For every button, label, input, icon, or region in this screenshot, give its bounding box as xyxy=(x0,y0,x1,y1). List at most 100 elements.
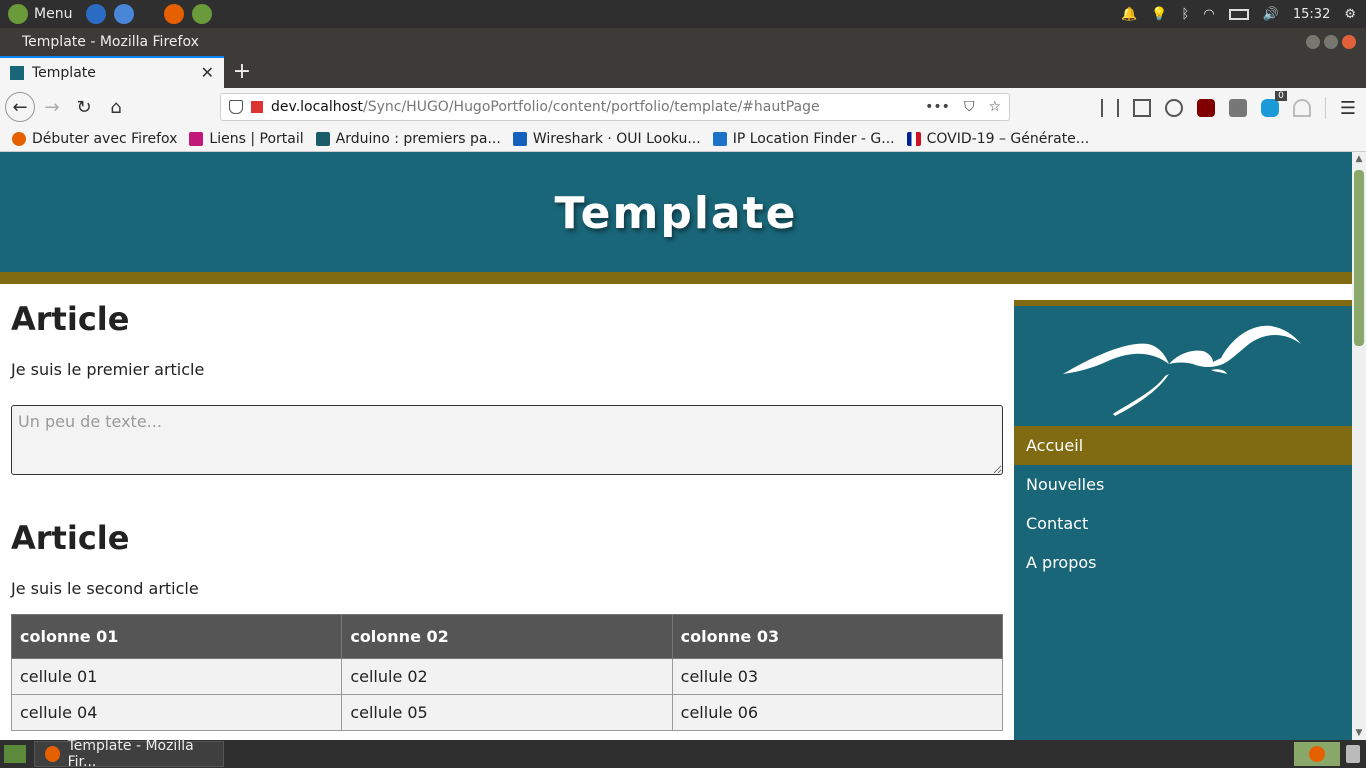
url-host: dev.localhost xyxy=(271,99,363,115)
data-table: colonne 01 colonne 02 colonne 03 cellule… xyxy=(10,614,1004,731)
os-top-panel: Menu 🔔 💡 ᛒ ◠ 🔊 15:32 ⚙ xyxy=(0,0,1366,28)
sidebar-item-nouvelles[interactable]: Nouvelles xyxy=(1014,465,1352,504)
bookmark-item[interactable]: Débuter avec Firefox xyxy=(12,131,177,147)
firefox-bookmark-icon xyxy=(12,131,26,146)
chromium-icon[interactable] xyxy=(114,4,135,24)
site-info-shield-icon[interactable] xyxy=(229,100,243,114)
account-icon[interactable] xyxy=(1164,99,1183,117)
mint-logo-icon xyxy=(8,4,28,24)
sidebar: Accueil Nouvelles Contact A propos xyxy=(1014,300,1352,740)
redshift-bulb-icon[interactable]: 💡 xyxy=(1151,7,1167,22)
thunderbird-icon[interactable] xyxy=(86,4,107,24)
wireshark-bookmark-icon xyxy=(512,131,527,146)
bookmark-item[interactable]: IP Location Finder - G... xyxy=(712,131,895,147)
hugo-bookmark-icon xyxy=(189,131,204,146)
table-cell: cellule 06 xyxy=(671,694,1004,731)
taskbar-window-button[interactable]: Template - Mozilla Fir... xyxy=(34,738,224,768)
page-actions-menu-button[interactable]: ••• xyxy=(925,99,950,115)
url-path: /Sync/HUGO/HugoPortfolio/content/portfol… xyxy=(363,99,820,115)
os-menu-label: Menu xyxy=(34,6,73,22)
os-taskbar: Template - Mozilla Fir... xyxy=(0,738,1366,768)
tab-label: Template xyxy=(32,65,96,81)
firefox-taskbar-icon xyxy=(45,746,60,762)
table-row: cellule 04 cellule 05 cellule 06 xyxy=(10,694,1004,731)
firefox-icon[interactable] xyxy=(164,4,185,24)
url-bar[interactable]: dev.localhost/Sync/HUGO/HugoPortfolio/co… xyxy=(220,93,1010,121)
window-title: Template - Mozilla Firefox xyxy=(22,34,199,50)
table-row: cellule 01 cellule 02 cellule 03 xyxy=(10,658,1004,695)
site-header: Template xyxy=(0,152,1352,272)
bookmarks-toolbar: Débuter avec Firefox Liens | Portail Ard… xyxy=(0,126,1366,152)
window-title-bar: Template - Mozilla Firefox xyxy=(0,28,1366,56)
table-header-cell: colonne 02 xyxy=(341,614,673,659)
library-icon[interactable] xyxy=(1100,99,1119,117)
notification-bell-icon[interactable]: 🔔 xyxy=(1121,7,1137,22)
back-button[interactable]: ← xyxy=(5,92,35,122)
sidebar-item-contact[interactable]: Contact xyxy=(1014,504,1352,543)
extension-s-icon[interactable] xyxy=(1228,99,1247,117)
ghostery-icon[interactable]: 0 xyxy=(1260,91,1287,117)
article-heading: Article xyxy=(11,300,130,338)
tab-favicon-icon xyxy=(10,66,24,80)
tab-strip: Template ✕ + xyxy=(0,56,1366,88)
table-header-cell: colonne 03 xyxy=(671,614,1004,659)
bird-logo-icon xyxy=(1063,325,1301,416)
reload-button[interactable]: ↻ xyxy=(69,92,99,122)
volume-icon[interactable]: 🔊 xyxy=(1263,7,1279,22)
sidebar-item-a-propos[interactable]: A propos xyxy=(1014,543,1352,582)
bookmark-item[interactable]: COVID-19 – Générate... xyxy=(906,131,1089,147)
header-gold-band xyxy=(0,272,1352,284)
table-cell: cellule 02 xyxy=(341,658,673,695)
bird-logo xyxy=(1014,306,1352,426)
vpn-extension-icon[interactable] xyxy=(1292,99,1311,117)
show-desktop-icon[interactable] xyxy=(4,745,26,763)
page-scrollbar[interactable]: ▲ ▼ xyxy=(1352,152,1366,740)
table-cell: cellule 04 xyxy=(10,694,343,731)
taskbar-window-label: Template - Mozilla Fir... xyxy=(67,738,194,768)
ublock-origin-icon[interactable] xyxy=(1196,99,1215,117)
tab-template[interactable]: Template ✕ xyxy=(0,56,224,88)
article-text: Je suis le premier article xyxy=(11,360,205,379)
article-text: Je suis le second article xyxy=(11,579,199,598)
trash-icon[interactable] xyxy=(1346,745,1360,763)
forward-button[interactable]: → xyxy=(37,92,67,122)
bookmark-item[interactable]: Wireshark · OUI Looku... xyxy=(512,131,701,147)
article-heading: Article xyxy=(11,519,130,557)
site-title: Template xyxy=(554,187,798,239)
scroll-thumb[interactable] xyxy=(1354,170,1364,346)
table-cell: cellule 05 xyxy=(341,694,673,731)
wifi-icon[interactable]: ◠ xyxy=(1203,7,1214,22)
navigation-toolbar: ← → ↻ ⌂ dev.localhost/Sync/HUGO/HugoPort… xyxy=(0,88,1366,126)
app-launcher-icon[interactable] xyxy=(192,4,213,24)
battery-icon[interactable] xyxy=(1228,8,1249,20)
firefox-workspace-icon xyxy=(1309,746,1325,762)
sidebar-toggle-icon[interactable] xyxy=(1132,99,1151,117)
pocket-icon[interactable]: ⛉ xyxy=(964,99,975,115)
sidebar-item-accueil[interactable]: Accueil xyxy=(1014,426,1352,465)
close-tab-icon[interactable]: ✕ xyxy=(201,63,214,82)
bookmark-item[interactable]: Liens | Portail xyxy=(189,131,304,147)
os-menu-button[interactable]: Menu xyxy=(0,4,72,24)
text-input[interactable] xyxy=(11,405,1003,475)
scroll-down-arrow-icon[interactable]: ▼ xyxy=(1352,728,1366,738)
bookmark-item[interactable]: Arduino : premiers pa... xyxy=(315,131,501,147)
hamburger-menu-icon[interactable]: ☰ xyxy=(1340,98,1356,119)
scroll-up-arrow-icon[interactable]: ▲ xyxy=(1352,154,1366,164)
arduino-bookmark-icon xyxy=(315,131,330,146)
workspace-switcher[interactable] xyxy=(1294,742,1340,766)
settings-gear-icon[interactable]: ⚙ xyxy=(1344,7,1356,22)
extension-badge: 0 xyxy=(1275,91,1287,101)
bluetooth-icon[interactable]: ᛒ xyxy=(1182,7,1190,22)
main-content: Article Je suis le premier article Artic… xyxy=(10,300,1004,731)
covid-bookmark-icon xyxy=(906,131,921,146)
insecure-lock-icon[interactable] xyxy=(251,101,263,113)
table-cell: cellule 01 xyxy=(10,658,343,695)
minimize-button[interactable] xyxy=(1306,35,1320,49)
sidebar-nav: Accueil Nouvelles Contact A propos xyxy=(1014,426,1352,582)
close-window-button[interactable] xyxy=(1342,35,1356,49)
clock-label[interactable]: 15:32 xyxy=(1293,7,1330,22)
maximize-button[interactable] xyxy=(1324,35,1338,49)
new-tab-button[interactable]: + xyxy=(232,59,252,84)
home-button[interactable]: ⌂ xyxy=(101,92,131,122)
bookmark-star-icon[interactable]: ☆ xyxy=(988,99,1001,115)
